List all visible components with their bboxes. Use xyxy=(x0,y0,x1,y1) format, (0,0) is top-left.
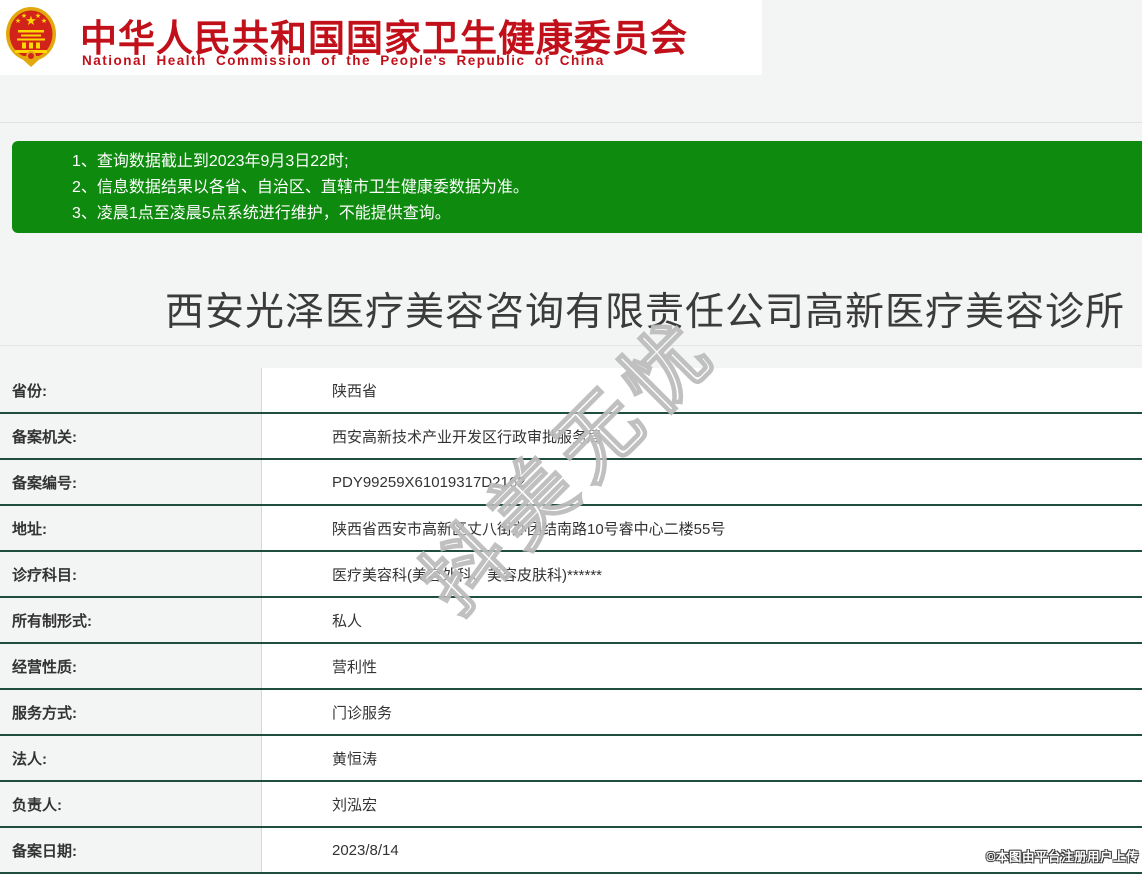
field-value: 门诊服务 xyxy=(262,690,1142,734)
field-label: 所有制形式: xyxy=(0,598,262,642)
site-header: ★ ★ ★ ★ ★ 中华人民共和国国家卫生健康委员会 National Heal… xyxy=(0,0,762,75)
field-label: 法人: xyxy=(0,736,262,780)
notice-line-2: 2、信息数据结果以各省、自治区、直辖市卫生健康委数据为准。 xyxy=(72,179,529,196)
svg-text:★: ★ xyxy=(21,12,27,20)
national-emblem-icon: ★ ★ ★ ★ ★ xyxy=(5,6,57,68)
table-row-ownership: 所有制形式: 私人 xyxy=(0,598,1142,644)
notice-line-1: 1、查询数据截止到2023年9月3日22时; xyxy=(72,153,349,170)
table-row-province: 省份: 陕西省 xyxy=(0,368,1142,414)
field-value: 私人 xyxy=(262,598,1142,642)
upload-credit-watermark: ©本图由平台注册用户上传 xyxy=(986,850,1139,864)
field-label: 负责人: xyxy=(0,782,262,826)
record-info-table: 省份: 陕西省 备案机关: 西安高新技术产业开发区行政审批服务局 备案编号: P… xyxy=(0,368,1142,874)
table-row-departments: 诊疗科目: 医疗美容科(美容外科、美容皮肤科)****** xyxy=(0,552,1142,598)
field-label: 地址: xyxy=(0,506,262,550)
table-row-business-nature: 经营性质: 营利性 xyxy=(0,644,1142,690)
field-value: PDY99259X61019317D2162 xyxy=(262,460,1142,504)
field-label: 经营性质: xyxy=(0,644,262,688)
field-value: 西安高新技术产业开发区行政审批服务局 xyxy=(262,414,1142,458)
table-row-service-mode: 服务方式: 门诊服务 xyxy=(0,690,1142,736)
clinic-name-title: 西安光泽医疗美容咨询有限责任公司高新医疗美容诊所 xyxy=(165,291,1126,334)
table-row-filing-authority: 备案机关: 西安高新技术产业开发区行政审批服务局 xyxy=(0,414,1142,460)
field-label: 省份: xyxy=(0,368,262,412)
table-row-filing-date: 备案日期: 2023/8/14 xyxy=(0,828,1142,874)
table-row-address: 地址: 陕西省西安市高新区丈八街办团结南路10号睿中心二楼55号 xyxy=(0,506,1142,552)
table-row-legal-person: 法人: 黄恒涛 xyxy=(0,736,1142,782)
header-title-en: National Health Commission of the People… xyxy=(82,53,605,68)
field-value: 刘泓宏 xyxy=(262,782,1142,826)
field-value: 营利性 xyxy=(262,644,1142,688)
field-label: 服务方式: xyxy=(0,690,262,734)
title-divider xyxy=(0,345,1142,346)
field-value: 医疗美容科(美容外科、美容皮肤科)****** xyxy=(262,552,1142,596)
notice-line-3: 3、凌晨1点至凌晨5点系统进行维护，不能提供查询。 xyxy=(72,205,451,222)
field-label: 备案日期: xyxy=(0,828,262,872)
field-value: 陕西省西安市高新区丈八街办团结南路10号睿中心二楼55号 xyxy=(262,506,1142,550)
field-value: 黄恒涛 xyxy=(262,736,1142,780)
field-label: 备案机关: xyxy=(0,414,262,458)
page: { "header": { "title_cn": "中华人民共和国国家卫生健康… xyxy=(0,0,1142,874)
header-divider xyxy=(0,122,1142,123)
svg-text:★: ★ xyxy=(41,17,47,25)
notice-box: 1、查询数据截止到2023年9月3日22时; 2、信息数据结果以各省、自治区、直… xyxy=(12,141,1142,233)
field-label: 备案编号: xyxy=(0,460,262,504)
table-row-filing-number: 备案编号: PDY99259X61019317D2162 xyxy=(0,460,1142,506)
field-label: 诊疗科目: xyxy=(0,552,262,596)
table-row-person-in-charge: 负责人: 刘泓宏 xyxy=(0,782,1142,828)
field-value: 陕西省 xyxy=(262,368,1142,412)
